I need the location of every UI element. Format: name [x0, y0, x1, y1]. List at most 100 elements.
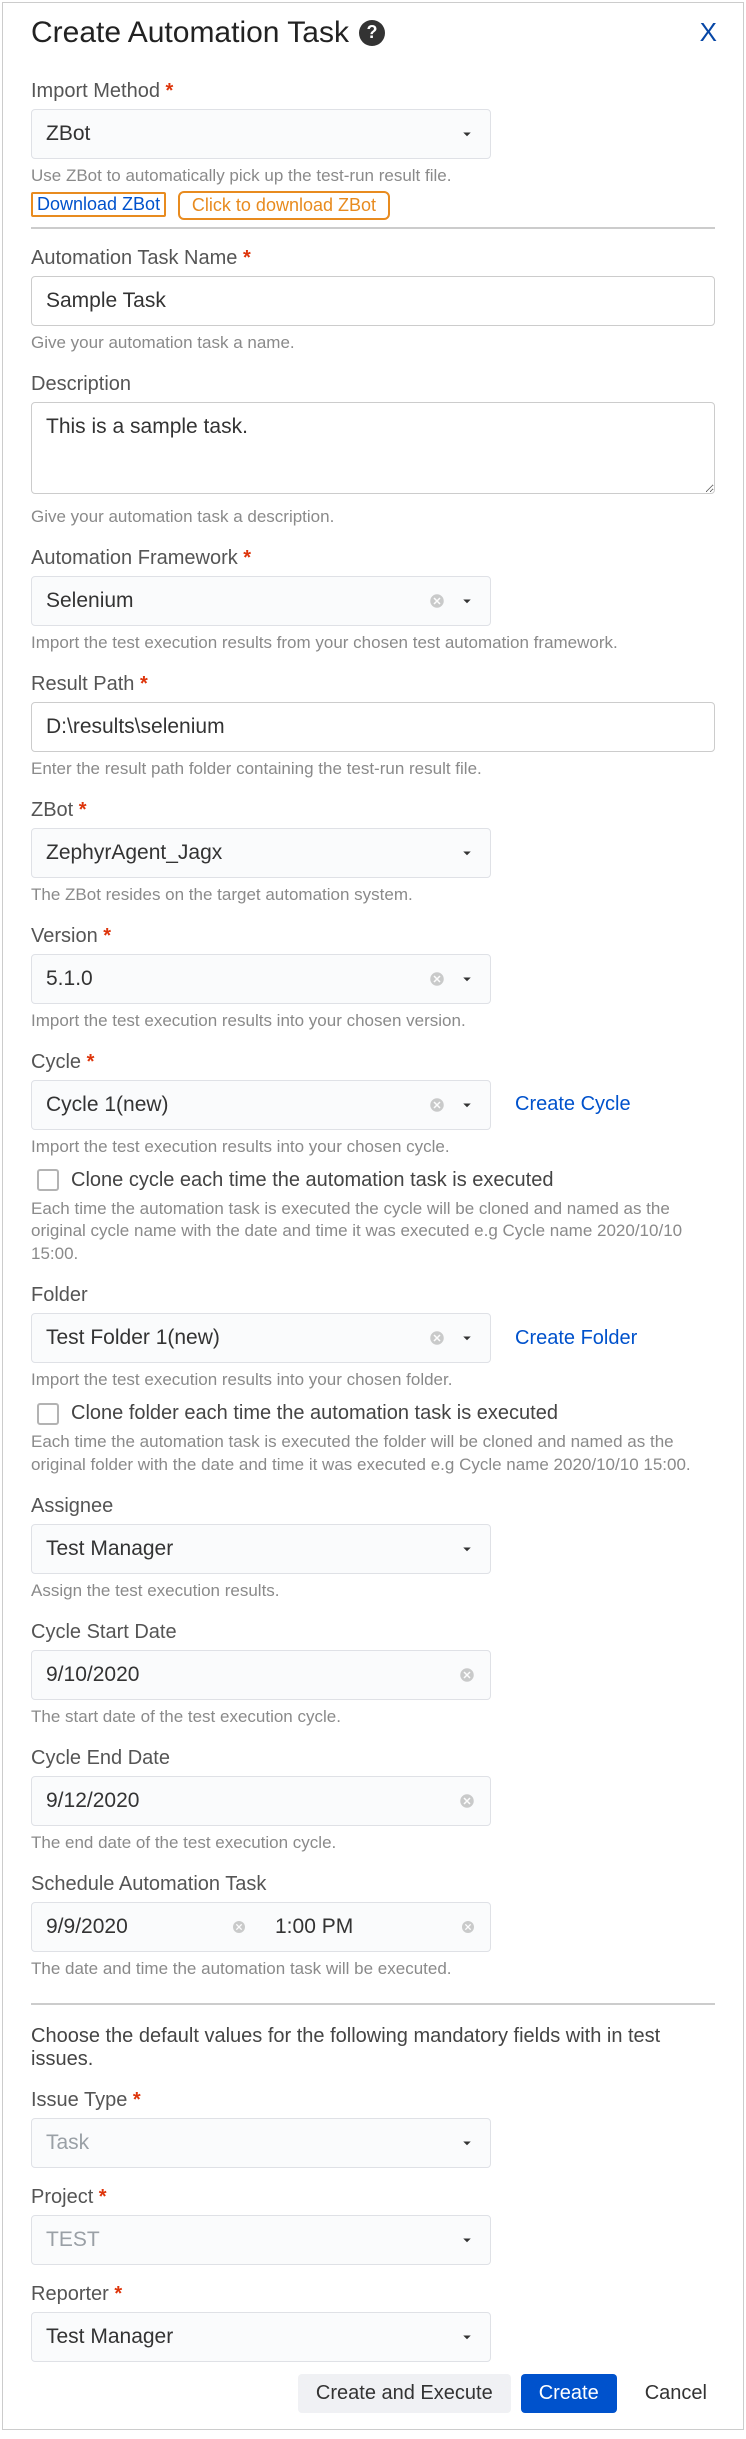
version-label: Version [31, 925, 715, 948]
project-select[interactable]: TEST [31, 2215, 491, 2265]
close-icon[interactable]: X [688, 13, 729, 52]
cycle-end-label: Cycle End Date [31, 1747, 715, 1770]
cycle-icons [428, 1096, 476, 1114]
cycle-end-input[interactable]: 9/12/2020 [31, 1776, 491, 1826]
chevron-down-icon [458, 1329, 476, 1347]
reporter-select[interactable]: Test Manager [31, 2312, 491, 2362]
task-name-label: Automation Task Name [31, 247, 715, 270]
download-zbot-row: Download ZBot Click to download ZBot [31, 190, 715, 219]
folder-select[interactable]: Test Folder 1(new) [31, 1313, 491, 1363]
framework-hint: Import the test execution results from y… [31, 632, 715, 655]
schedule-label: Schedule Automation Task [31, 1873, 715, 1896]
clear-icon[interactable] [460, 1919, 476, 1935]
import-method-value: ZBot [46, 122, 90, 146]
cycle-row: Cycle 1(new) Create Cycle [31, 1080, 715, 1130]
zbot-hint: The ZBot resides on the target automatio… [31, 884, 715, 907]
chevron-down-icon [458, 970, 476, 988]
schedule-date-input[interactable]: 9/9/2020 [32, 1903, 261, 1951]
create-button[interactable]: Create [521, 2374, 617, 2413]
zbot-label: ZBot [31, 799, 715, 822]
cycle-start-value: 9/10/2020 [46, 1663, 139, 1687]
cancel-button[interactable]: Cancel [627, 2374, 725, 2413]
issue-type-value: Task [46, 2131, 89, 2155]
clear-icon[interactable] [428, 592, 446, 610]
task-name-hint: Give your automation task a name. [31, 332, 715, 355]
dialog-footer: Create and Execute Create Cancel [3, 2362, 743, 2417]
help-icon[interactable]: ? [359, 20, 385, 46]
cycle-hint: Import the test execution results into y… [31, 1136, 715, 1159]
schedule-row: 9/9/2020 1:00 PM [31, 1902, 491, 1952]
section-divider [31, 227, 715, 229]
clear-icon[interactable] [458, 1792, 476, 1810]
framework-value: Selenium [46, 589, 134, 613]
clone-cycle-hint: Each time the automation task is execute… [31, 1198, 715, 1267]
chevron-down-icon [458, 592, 476, 610]
cycle-value: Cycle 1(new) [46, 1093, 169, 1117]
chevron-down-icon [458, 125, 476, 143]
clear-icon[interactable] [428, 1096, 446, 1114]
clone-cycle-label[interactable]: Clone cycle each time the automation tas… [71, 1169, 553, 1192]
cycle-label: Cycle [31, 1051, 715, 1074]
import-method-select[interactable]: ZBot [31, 109, 491, 159]
clear-icon[interactable] [428, 970, 446, 988]
issue-type-select[interactable]: Task [31, 2118, 491, 2168]
chevron-down-icon [458, 2134, 476, 2152]
dialog-title-wrap: Create Automation Task ? [31, 16, 385, 50]
assignee-value: Test Manager [46, 1537, 173, 1561]
project-value: TEST [46, 2228, 100, 2252]
create-cycle-link[interactable]: Create Cycle [515, 1093, 631, 1116]
create-folder-link[interactable]: Create Folder [515, 1327, 637, 1350]
cycle-start-label: Cycle Start Date [31, 1621, 715, 1644]
framework-label: Automation Framework [31, 547, 715, 570]
folder-label: Folder [31, 1284, 715, 1307]
framework-select[interactable]: Selenium [31, 576, 491, 626]
clear-icon[interactable] [231, 1919, 247, 1935]
clone-folder-label[interactable]: Clone folder each time the automation ta… [71, 1402, 558, 1425]
reporter-value: Test Manager [46, 2325, 173, 2349]
assignee-hint: Assign the test execution results. [31, 1580, 715, 1603]
schedule-time-input[interactable]: 1:00 PM [261, 1903, 490, 1951]
version-select[interactable]: 5.1.0 [31, 954, 491, 1004]
issue-type-label: Issue Type [31, 2089, 715, 2112]
cycle-end-value: 9/12/2020 [46, 1789, 139, 1813]
clone-folder-row: Clone folder each time the automation ta… [37, 1402, 715, 1425]
clone-folder-checkbox[interactable] [37, 1403, 59, 1425]
dialog-content: Import Method ZBot Use ZBot to automatic… [3, 56, 743, 2362]
result-path-hint: Enter the result path folder containing … [31, 758, 715, 781]
clone-cycle-row: Clone cycle each time the automation tas… [37, 1169, 715, 1192]
clone-cycle-checkbox[interactable] [37, 1169, 59, 1191]
clear-icon[interactable] [458, 1666, 476, 1684]
folder-hint: Import the test execution results into y… [31, 1369, 715, 1392]
description-hint: Give your automation task a description. [31, 506, 715, 529]
result-path-input[interactable] [31, 702, 715, 752]
import-method-label: Import Method [31, 80, 715, 103]
dialog-title: Create Automation Task [31, 16, 349, 50]
project-label: Project [31, 2186, 715, 2209]
assignee-label: Assignee [31, 1495, 715, 1518]
description-label: Description [31, 373, 715, 396]
assignee-select[interactable]: Test Manager [31, 1524, 491, 1574]
clear-icon[interactable] [428, 1329, 446, 1347]
description-textarea[interactable] [31, 402, 715, 494]
chevron-down-icon [458, 1096, 476, 1114]
cycle-start-hint: The start date of the test execution cyc… [31, 1706, 715, 1729]
chevron-down-icon [458, 2231, 476, 2249]
chevron-down-icon [458, 1540, 476, 1558]
task-name-input[interactable] [31, 276, 715, 326]
cycle-select[interactable]: Cycle 1(new) [31, 1080, 491, 1130]
zbot-value: ZephyrAgent_Jagx [46, 841, 222, 865]
cycle-end-hint: The end date of the test execution cycle… [31, 1832, 715, 1855]
schedule-date-value: 9/9/2020 [46, 1915, 128, 1939]
folder-value: Test Folder 1(new) [46, 1326, 220, 1350]
import-method-hint: Use ZBot to automatically pick up the te… [31, 165, 715, 188]
version-value: 5.1.0 [46, 967, 93, 991]
download-zbot-link[interactable]: Download ZBot [31, 192, 166, 217]
cycle-start-input[interactable]: 9/10/2020 [31, 1650, 491, 1700]
create-and-execute-button[interactable]: Create and Execute [298, 2374, 511, 2413]
result-path-label: Result Path [31, 673, 715, 696]
reporter-label: Reporter [31, 2283, 715, 2306]
chevron-down-icon [458, 844, 476, 862]
zbot-select[interactable]: ZephyrAgent_Jagx [31, 828, 491, 878]
clone-folder-hint: Each time the automation task is execute… [31, 1431, 715, 1477]
dialog-header: Create Automation Task ? X [3, 3, 743, 56]
